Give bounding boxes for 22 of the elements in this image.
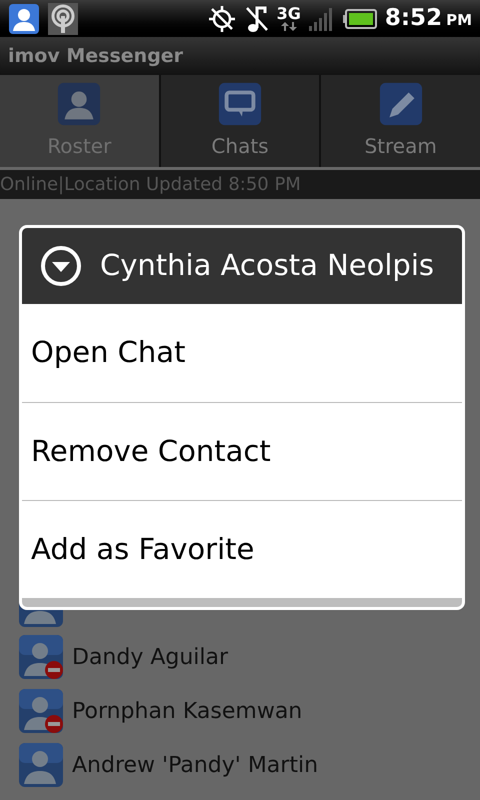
dropdown-icon [40, 245, 82, 287]
app-title: imov Messenger [8, 44, 184, 69]
clock-meridiem: PM [446, 10, 472, 32]
clock-time: 8:52 [384, 4, 442, 34]
speech-bubble-icon [217, 81, 263, 127]
contacts-app-icon[interactable] [8, 2, 40, 34]
contact-name[interactable]: Andrew 'Pandy' Martin [72, 748, 318, 782]
presence-status: Online|Location Updated 8:50 PM [0, 173, 301, 197]
mute-icon [244, 4, 269, 34]
person-icon [56, 81, 102, 127]
tab[interactable]: Chats [160, 75, 320, 167]
gps-off-icon [206, 4, 237, 34]
contact-name[interactable]: Pornphan Kasemwan [72, 694, 302, 728]
signal-icon [308, 6, 335, 30]
menu-title: Cynthia Acosta Neolpis [100, 247, 434, 284]
network-type: 3G [276, 6, 301, 22]
data-arrows-icon [280, 22, 298, 31]
contact-name[interactable]: Dandy Aguilar [72, 640, 228, 674]
battery-icon [342, 8, 377, 28]
tab[interactable]: Stream [321, 75, 480, 167]
antenna-icon[interactable] [48, 2, 78, 34]
pencil-icon [378, 81, 424, 127]
